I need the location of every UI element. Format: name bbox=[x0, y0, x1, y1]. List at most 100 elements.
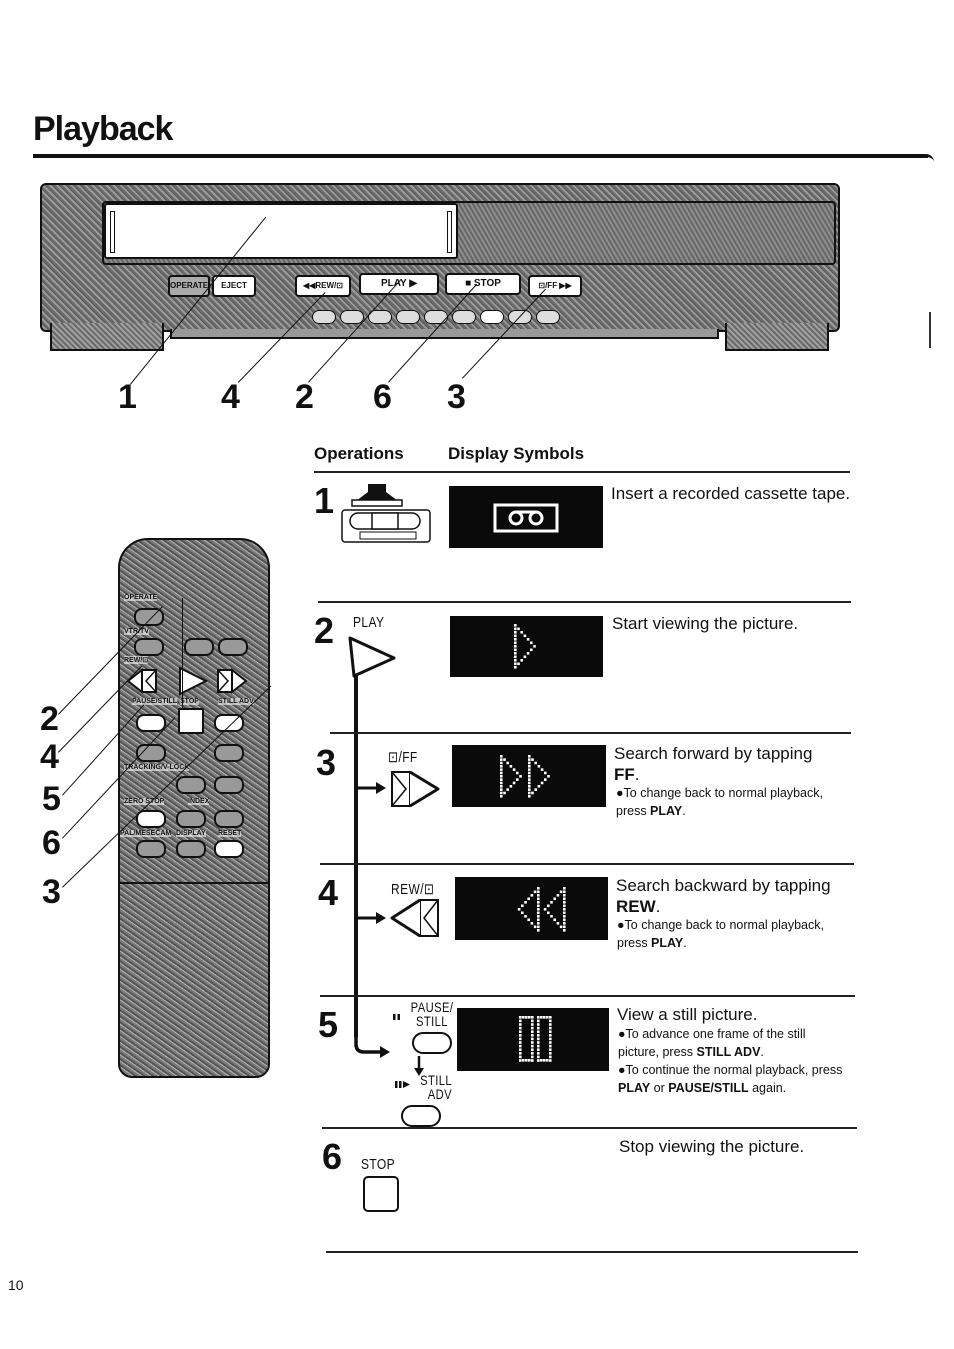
display-dot bbox=[531, 1016, 534, 1019]
remote-callout-3: 3 bbox=[42, 873, 61, 911]
display-dot bbox=[537, 1044, 540, 1048]
display-dot bbox=[533, 645, 536, 648]
step-5-operation-label: PAUSE/ STILL bbox=[410, 999, 454, 1029]
display-dot bbox=[527, 897, 530, 901]
note-text: ●To change back to normal playback, pres… bbox=[616, 786, 823, 818]
display-dot bbox=[528, 781, 531, 785]
display-dot bbox=[500, 788, 503, 791]
scan-mark bbox=[929, 312, 931, 348]
display-dot bbox=[519, 1030, 522, 1033]
flow-line bbox=[354, 675, 358, 1037]
remote-callout-2: 2 bbox=[40, 700, 59, 738]
display-dot bbox=[531, 1019, 534, 1023]
cassette-display-icon bbox=[493, 503, 559, 533]
row-rule bbox=[320, 863, 854, 865]
slot-edge-right bbox=[447, 211, 452, 253]
display-dot bbox=[537, 897, 540, 901]
step-3-description-key: FF bbox=[614, 765, 635, 784]
display-dot bbox=[537, 1055, 540, 1059]
display-dot bbox=[520, 659, 523, 662]
display-dot bbox=[537, 785, 541, 788]
remote-callout-4: 4 bbox=[40, 738, 59, 776]
display-dot bbox=[519, 1059, 522, 1062]
step-2-number: 2 bbox=[314, 610, 335, 651]
display-dot bbox=[517, 908, 521, 911]
display-dot bbox=[537, 925, 540, 929]
remote-button bbox=[214, 744, 244, 762]
display-dot bbox=[540, 768, 544, 771]
display-dot bbox=[537, 1052, 540, 1055]
display-dot bbox=[528, 755, 531, 758]
display-dot bbox=[549, 1026, 552, 1030]
remote-callout-5: 5 bbox=[42, 780, 61, 818]
vcr-small-button bbox=[312, 310, 336, 324]
display-dot bbox=[537, 894, 540, 897]
step-4-description-text: Search backward by tapping bbox=[616, 876, 831, 895]
display-dot bbox=[500, 768, 503, 771]
step-6-operation-label: STOP bbox=[361, 1156, 396, 1173]
display-dot bbox=[523, 655, 527, 659]
display-dot bbox=[519, 1019, 522, 1023]
display-dot bbox=[514, 638, 517, 641]
display-dot bbox=[549, 1052, 552, 1055]
display-dot bbox=[537, 922, 540, 925]
display-dot bbox=[526, 652, 530, 655]
display-dot bbox=[563, 890, 566, 894]
vcr-small-button bbox=[424, 310, 448, 324]
remote-index-up-button bbox=[214, 810, 244, 828]
display-dot bbox=[519, 1041, 522, 1044]
cassette-slot bbox=[104, 203, 458, 259]
display-dot bbox=[519, 1055, 522, 1059]
slot-edge-left bbox=[110, 211, 115, 253]
display-dot bbox=[514, 662, 517, 666]
remote-tracking-up-button bbox=[214, 776, 244, 794]
display-dot bbox=[514, 627, 517, 631]
remote-play-icon bbox=[179, 666, 209, 696]
display-dot bbox=[509, 785, 513, 788]
row-rule bbox=[330, 732, 851, 734]
display-dot bbox=[537, 1016, 540, 1019]
display-dot bbox=[563, 915, 566, 918]
display-dot bbox=[528, 761, 531, 765]
step-4-note: ●To change back to normal playback, pres… bbox=[617, 916, 857, 952]
display-dot bbox=[531, 1034, 534, 1037]
display-dot bbox=[528, 1059, 531, 1062]
display-dot bbox=[547, 911, 550, 915]
display-dot bbox=[540, 1016, 543, 1019]
vcr-foot-left bbox=[50, 323, 164, 351]
display-dot bbox=[563, 894, 566, 897]
display-dot bbox=[519, 1023, 522, 1026]
display-dot bbox=[556, 922, 560, 925]
row-rule bbox=[318, 601, 851, 603]
note-text: ●To change back to normal playback, pres… bbox=[617, 918, 824, 950]
step-5-note-2: ●To continue the normal playback, press … bbox=[618, 1061, 843, 1097]
vcr-base bbox=[170, 329, 719, 339]
display-dot bbox=[537, 915, 540, 918]
display-dot bbox=[537, 1059, 540, 1062]
step-4-description-key: REW bbox=[616, 897, 656, 916]
step-6-number: 6 bbox=[322, 1136, 343, 1177]
remote-reset-button bbox=[214, 840, 244, 858]
display-dot bbox=[517, 627, 520, 631]
display-dot bbox=[556, 894, 560, 897]
display-dot bbox=[530, 922, 534, 925]
display-dot bbox=[531, 1041, 534, 1044]
display-dot bbox=[537, 1034, 540, 1037]
step-5-number: 5 bbox=[318, 1004, 339, 1045]
display-dot bbox=[514, 634, 517, 638]
display-dot bbox=[530, 648, 533, 652]
vcr-callout-6: 6 bbox=[373, 378, 392, 416]
step-2-operation-label: PLAY bbox=[353, 614, 385, 631]
remote-control-illustration: OPERATE VTR/TV REW/⊡ PAUSE/STILL STOP ST… bbox=[118, 538, 270, 1078]
display-dot bbox=[531, 1037, 534, 1041]
display-dot bbox=[528, 795, 531, 798]
note-text: or bbox=[650, 1081, 669, 1095]
step-4-description: Search backward by tapping REW. bbox=[616, 876, 831, 916]
display-dot bbox=[500, 795, 503, 798]
vcr-foot-right bbox=[725, 323, 829, 351]
step-3-operation-label: ⊡/FF bbox=[388, 749, 418, 766]
vcr-small-button bbox=[480, 310, 504, 324]
display-dot bbox=[524, 915, 527, 918]
display-dot bbox=[531, 1026, 534, 1030]
display-dot bbox=[534, 761, 537, 765]
